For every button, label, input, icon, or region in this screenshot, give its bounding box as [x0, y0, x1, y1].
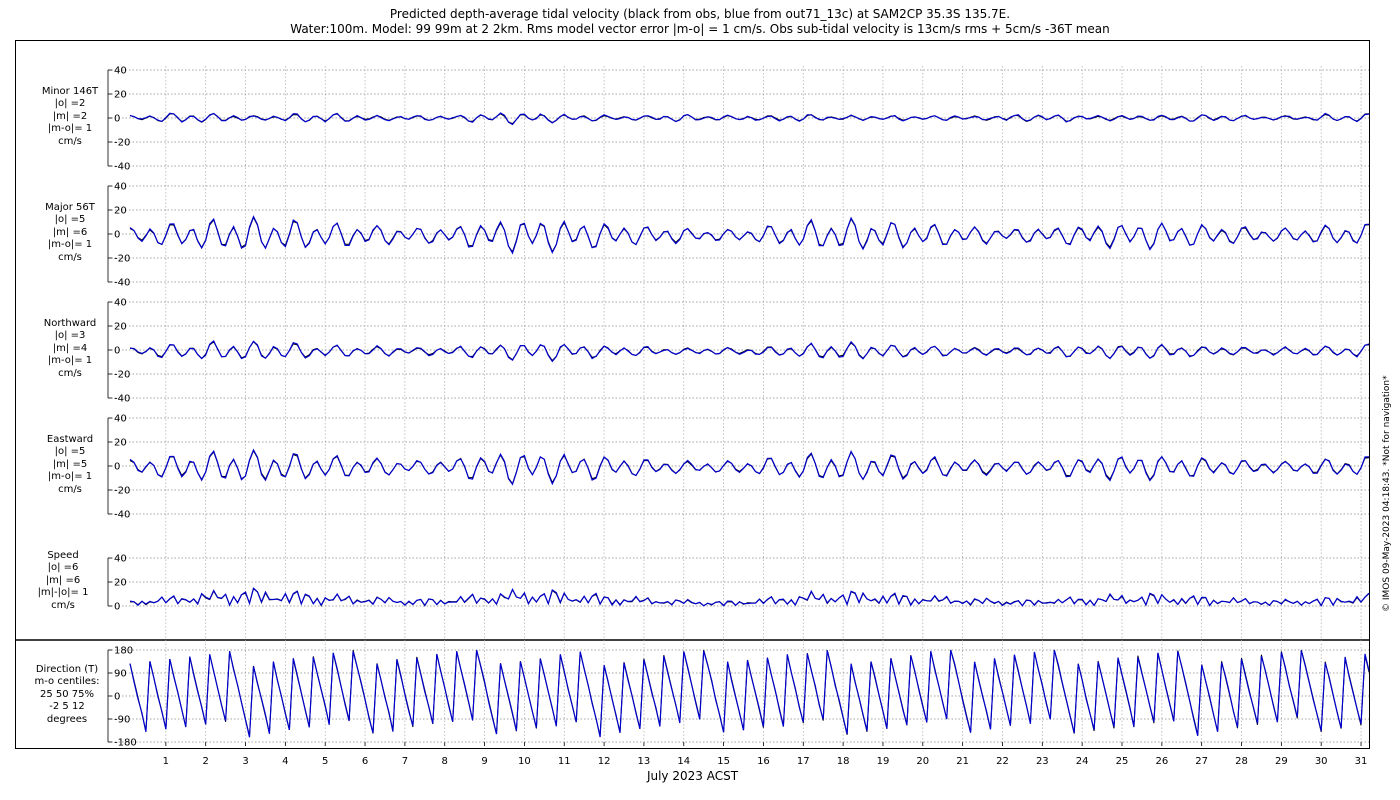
y-tick-label: -40 — [114, 278, 130, 289]
x-axis-label: July 2023 ACST — [646, 769, 739, 783]
x-tick-label: 7 — [402, 756, 408, 767]
x-tick-label: 9 — [481, 756, 487, 767]
x-tick-label: 22 — [996, 756, 1009, 767]
x-tick-label: 28 — [1235, 756, 1248, 767]
y-tick-label: 20 — [114, 90, 127, 101]
y-tick-label: -40 — [114, 162, 130, 173]
series-line-model — [129, 448, 1370, 486]
y-tick-label: 0 — [114, 602, 120, 613]
tidal-velocity-plot: 1 2 3 4 5 6 7 8 9 10 11 12 13 14 15 16 17 18 19 20 21 22 23 24 2… — [15, 66, 1370, 767]
x-tick-label: 20 — [916, 756, 929, 767]
x-tick-label: 19 — [877, 756, 890, 767]
x-tick-label: 1 — [163, 756, 169, 767]
x-tick-label: 27 — [1195, 756, 1208, 767]
x-tick-label: 6 — [362, 756, 368, 767]
series-line-model — [129, 649, 1370, 738]
y-tick-label: -20 — [114, 370, 130, 381]
x-tick-label: 13 — [638, 756, 651, 767]
y-tick-label: 0 — [114, 462, 120, 473]
y-tick-label: 40 — [114, 554, 127, 565]
series-line-model — [129, 587, 1370, 607]
y-tick-label: -20 — [114, 486, 130, 497]
x-tick-label: 4 — [282, 756, 288, 767]
x-tick-label: 29 — [1275, 756, 1288, 767]
y-tick-label: 90 — [114, 669, 127, 680]
y-tick-label: 0 — [114, 692, 120, 703]
x-tick-label: 10 — [518, 756, 531, 767]
x-tick-label: 11 — [558, 756, 571, 767]
x-tick-label: 18 — [837, 756, 850, 767]
series-line-model — [129, 339, 1370, 363]
x-tick-label: 31 — [1355, 756, 1368, 767]
x-tick-label: 25 — [1116, 756, 1129, 767]
x-tick-label: 15 — [717, 756, 730, 767]
y-tick-label: 20 — [114, 322, 127, 333]
x-tick-label: 23 — [1036, 756, 1049, 767]
y-tick-label: -90 — [114, 715, 130, 726]
y-tick-label: 40 — [114, 298, 127, 309]
y-tick-label: -40 — [114, 394, 130, 405]
y-tick-label: -20 — [114, 254, 130, 265]
x-tick-label: 26 — [1155, 756, 1168, 767]
x-tick-label: 17 — [797, 756, 810, 767]
y-tick-label: -180 — [114, 738, 137, 749]
y-tick-label: 20 — [114, 438, 127, 449]
series-line-obs — [129, 113, 1370, 125]
y-tick-label: 0 — [114, 346, 120, 357]
x-tick-label: 2 — [203, 756, 209, 767]
x-tick-label: 3 — [242, 756, 248, 767]
series-line-model — [129, 112, 1370, 126]
series-line-obs — [129, 449, 1370, 485]
x-tick-label: 21 — [956, 756, 969, 767]
y-tick-label: -40 — [114, 510, 130, 521]
copyright-notice: © IMOS 09-May-2023 04:18:43. *Not for na… — [1382, 375, 1392, 612]
y-tick-label: 20 — [114, 578, 127, 589]
y-tick-label: 40 — [114, 182, 127, 193]
x-tick-label: 16 — [757, 756, 770, 767]
series-line-obs — [129, 340, 1370, 362]
series-line-obs — [129, 649, 1370, 737]
x-tick-label: 12 — [598, 756, 611, 767]
y-tick-label: 20 — [114, 206, 127, 217]
y-tick-label: 180 — [114, 646, 133, 657]
x-tick-label: 8 — [442, 756, 448, 767]
series-line-obs — [129, 216, 1370, 253]
x-tick-label: 30 — [1315, 756, 1328, 767]
y-tick-label: 0 — [114, 230, 120, 241]
x-tick-label: 5 — [322, 756, 328, 767]
y-tick-label: -20 — [114, 138, 130, 149]
x-tick-label: 14 — [677, 756, 690, 767]
x-tick-label: 24 — [1076, 756, 1089, 767]
series-line-model — [129, 215, 1370, 255]
y-tick-label: 40 — [114, 66, 127, 77]
y-tick-label: 0 — [114, 114, 120, 125]
y-tick-label: 40 — [114, 414, 127, 425]
